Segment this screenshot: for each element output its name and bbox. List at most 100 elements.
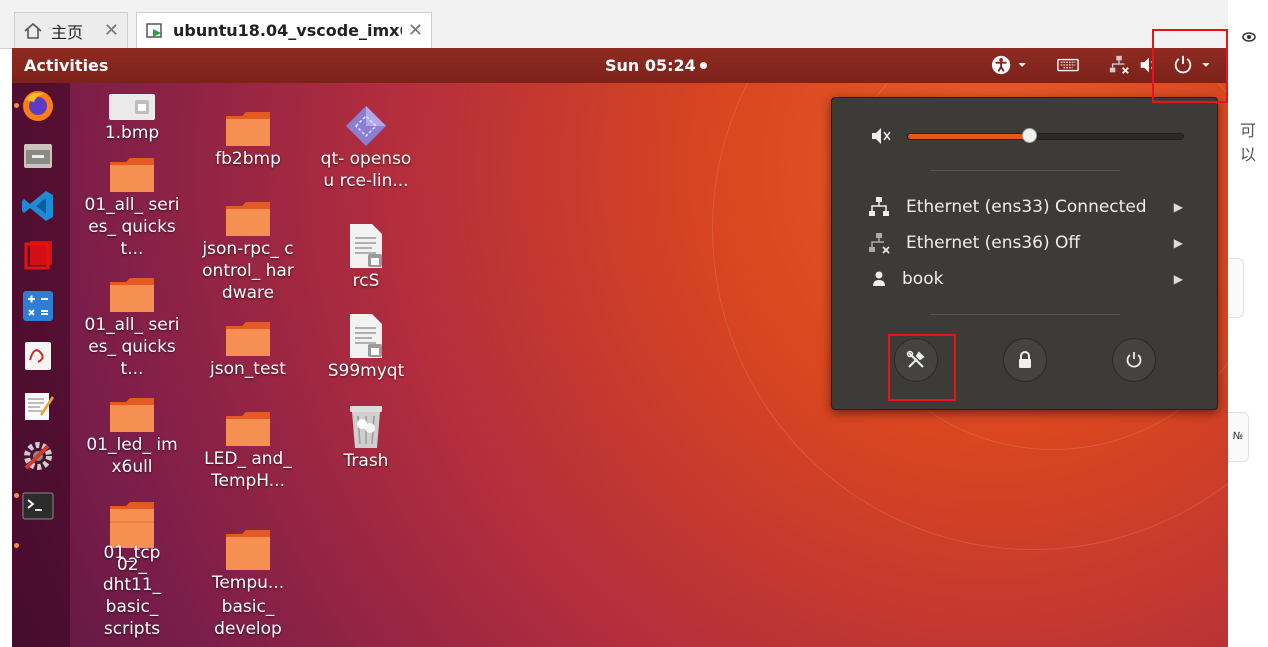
host-side-tab[interactable] bbox=[1228, 258, 1244, 318]
host-side-text: 可以 bbox=[1240, 121, 1257, 164]
text-file-icon bbox=[350, 314, 382, 358]
desktop-folder[interactable]: json-rpc_ control_ hardware bbox=[200, 200, 296, 304]
image-file-icon bbox=[109, 94, 155, 120]
power-icon bbox=[1126, 352, 1142, 368]
top-bar: Activities Sun 05:24 bbox=[12, 48, 1228, 83]
host-side-tab-2[interactable]: № bbox=[1228, 412, 1249, 462]
menu-item-user[interactable]: book ▶ bbox=[868, 264, 1183, 294]
calculator-icon[interactable] bbox=[20, 288, 56, 324]
network-wired-icon bbox=[869, 197, 889, 216]
clock[interactable]: Sun 05:24 bbox=[605, 56, 707, 75]
menu-item-label: book bbox=[902, 269, 944, 289]
folder-icon bbox=[226, 412, 270, 446]
desktop-folder-label: LED_ and_ TempH... bbox=[204, 449, 292, 491]
vscode-icon[interactable] bbox=[20, 188, 56, 224]
desktop-file-label: 1.bmp bbox=[104, 123, 160, 143]
menu-item-ethernet-ens36[interactable]: Ethernet (ens36) Off ▶ bbox=[868, 228, 1183, 258]
menu-item-label: Ethernet (ens36) Off bbox=[906, 233, 1081, 253]
desktop-folder[interactable]: Tempu... bbox=[200, 572, 296, 594]
host-tab-label: 主页 bbox=[51, 22, 84, 42]
desktop-folder-label: develop bbox=[214, 619, 282, 639]
file-manager-icon[interactable] bbox=[20, 138, 56, 174]
user-icon bbox=[873, 271, 885, 286]
menu-separator bbox=[930, 170, 1120, 171]
settings-icon[interactable] bbox=[20, 438, 56, 474]
trash-icon bbox=[350, 406, 382, 448]
eye-icon bbox=[1242, 32, 1256, 42]
host-tab-home[interactable]: 主页 ✕ bbox=[14, 12, 128, 48]
volume-slider[interactable] bbox=[907, 128, 1184, 143]
chevron-right-icon: ▶ bbox=[1173, 272, 1183, 286]
running-indicator bbox=[14, 103, 19, 108]
vm-icon bbox=[146, 22, 162, 38]
desktop-folder-label: 01_all_ series_ quickst... bbox=[84, 195, 180, 259]
desktop-folder-label: json_test bbox=[210, 359, 286, 379]
desktop-folder[interactable]: 01_led_ imx6ull bbox=[84, 396, 180, 478]
folder-icon bbox=[226, 530, 270, 570]
folder-icon bbox=[110, 398, 154, 432]
notification-dot bbox=[699, 62, 707, 69]
desktop-folder-label: basic_ bbox=[105, 597, 159, 617]
desktop-folder[interactable]: basic_ bbox=[200, 596, 296, 618]
folder-icon bbox=[226, 112, 270, 146]
desktop-file-label: rcS bbox=[352, 271, 380, 291]
lock-icon bbox=[1019, 351, 1031, 368]
desktop-folder[interactable]: develop bbox=[200, 618, 296, 640]
desktop-folder[interactable]: LED_ and_ TempH... bbox=[200, 410, 296, 492]
volume-muted-icon[interactable] bbox=[870, 126, 892, 146]
ubuntu-desktop: Activities Sun 05:24 1.bmp 01_all_ serie… bbox=[12, 48, 1228, 647]
firefox-icon[interactable] bbox=[20, 88, 56, 124]
dock bbox=[12, 83, 70, 647]
close-icon[interactable]: ✕ bbox=[104, 20, 119, 41]
volume-slider-knob[interactable] bbox=[1022, 128, 1037, 143]
power-off-button[interactable] bbox=[1112, 338, 1156, 382]
desktop-file[interactable]: qt- opensou rce-lin... bbox=[318, 104, 414, 192]
host-tab-bar: 主页 ✕ ubuntu18.04_vscode_imx6... ✕ bbox=[0, 0, 1228, 49]
desktop-file[interactable]: 1.bmp bbox=[84, 92, 180, 144]
desktop-folder[interactable] bbox=[200, 528, 296, 572]
host-tab-vm[interactable]: ubuntu18.04_vscode_imx6... ✕ bbox=[136, 12, 432, 48]
document-viewer-icon[interactable] bbox=[20, 338, 56, 374]
desktop-file-label: S99myqt bbox=[327, 361, 405, 381]
desktop-folder[interactable]: 01_all_ series_ quickst... bbox=[84, 156, 180, 260]
desktop-folder[interactable]: json_test bbox=[200, 320, 296, 380]
desktop-folder-label: basic_ bbox=[221, 597, 275, 617]
highlight-box-power-menu bbox=[1152, 29, 1228, 103]
folder-icon bbox=[110, 278, 154, 312]
menu-item-ethernet-ens33[interactable]: Ethernet (ens33) Connected ▶ bbox=[868, 192, 1183, 222]
app-red-icon[interactable] bbox=[20, 238, 56, 274]
folder-icon bbox=[110, 158, 154, 192]
folder-icon bbox=[226, 322, 270, 356]
desktop-folder-label: json-rpc_ control_ hardware bbox=[202, 239, 294, 303]
menu-separator bbox=[930, 314, 1120, 315]
desktop-trash[interactable]: Trash bbox=[318, 402, 414, 472]
desktop-folder-label: dht11_ bbox=[102, 575, 162, 595]
desktop-folder[interactable]: basic_ bbox=[84, 596, 180, 618]
accessibility-icon[interactable] bbox=[989, 54, 1037, 76]
desktop-folder[interactable]: scripts bbox=[84, 618, 180, 640]
folder-icon bbox=[226, 202, 270, 236]
terminal-icon[interactable] bbox=[20, 488, 56, 524]
host-side-panel: 可以 № bbox=[1228, 0, 1268, 647]
text-file-icon bbox=[350, 224, 382, 268]
desktop-folder[interactable]: 01_all_ series_ quickst... bbox=[84, 276, 180, 380]
volume-slider-fill bbox=[908, 134, 1029, 139]
running-indicator bbox=[14, 543, 19, 548]
text-editor-icon[interactable] bbox=[20, 388, 56, 424]
lock-button[interactable] bbox=[1003, 338, 1047, 382]
desktop-folder[interactable]: 02_ bbox=[84, 554, 180, 576]
keyboard-icon[interactable] bbox=[1056, 54, 1080, 76]
desktop-folder[interactable]: fb2bmp bbox=[200, 110, 296, 170]
diamond-app-icon bbox=[346, 106, 386, 146]
activities-button[interactable]: Activities bbox=[24, 56, 108, 75]
desktop-folder-label: 02_ bbox=[116, 555, 148, 575]
network-disconnected-icon[interactable] bbox=[1107, 54, 1131, 76]
desktop-file[interactable]: S99myqt bbox=[318, 312, 414, 382]
desktop-file[interactable]: rcS bbox=[318, 222, 414, 292]
desktop-folder-label: 01_all_ series_ quickst... bbox=[84, 315, 180, 379]
network-wired-disconnected-icon bbox=[869, 233, 890, 254]
close-icon[interactable]: ✕ bbox=[408, 20, 423, 41]
desktop-folder[interactable]: dht11_ bbox=[84, 574, 180, 596]
desktop-file-label: qt- opensou rce-lin... bbox=[320, 149, 412, 191]
chevron-right-icon: ▶ bbox=[1173, 236, 1183, 250]
